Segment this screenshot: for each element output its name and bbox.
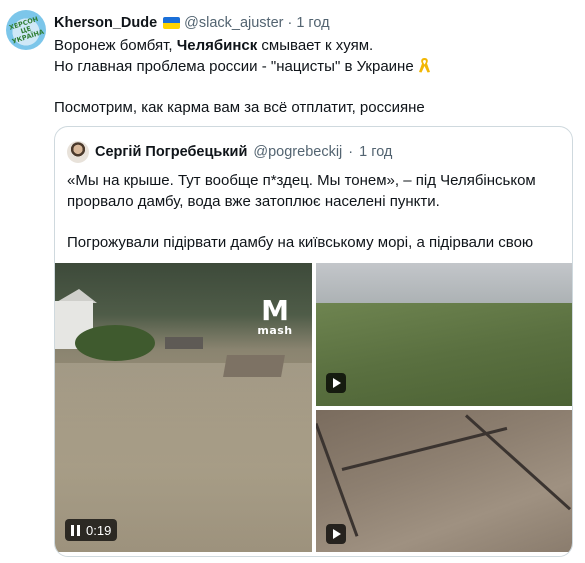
play-icon xyxy=(333,378,341,388)
tweet-line-3: Посмотрим, как карма вам за всё отплатит… xyxy=(54,98,425,116)
tweet-text-segment: смывает к хуям. xyxy=(257,37,374,54)
tweet-text: Воронеж бомбят, Челябинск смывает к хуям… xyxy=(54,36,574,118)
quote-author-avatar[interactable] xyxy=(67,141,89,163)
tweet[interactable]: ХЕРСОН ЦЕ УКРАЇНА Kherson_Dude @slack_aj… xyxy=(0,0,585,563)
author-avatar[interactable]: ХЕРСОН ЦЕ УКРАЇНА xyxy=(6,10,46,50)
flood-video-bottom-right[interactable] xyxy=(316,410,572,552)
quote-text: «Мы на крыше. Тут вообще п*здец. Мы тоне… xyxy=(67,171,562,253)
quote-line-3: Погрожували підірвати дамбу на київськом… xyxy=(67,233,534,251)
flood-video-main[interactable]: M mash 0:19 xyxy=(55,263,312,552)
bold-city: Челябинск xyxy=(176,37,258,54)
mash-logo: M mash xyxy=(253,297,297,343)
fence-rail-shape xyxy=(316,422,359,537)
pause-icon xyxy=(71,524,80,536)
tweet-text-segment: Воронеж бомбят, xyxy=(54,37,177,54)
tweet-line-2: Но главная проблема россии - "нацисты" в… xyxy=(54,57,574,78)
author-handle[interactable]: @slack_ajuster xyxy=(184,15,283,31)
separator-dot: · xyxy=(287,15,293,31)
tweet-header: Kherson_Dude @slack_ajuster · 1 год xyxy=(54,14,330,32)
yellow-ribbon-icon xyxy=(418,57,430,72)
quote-header: Сергій Погребецький @pogrebeckij · 1 год xyxy=(67,141,392,163)
quote-author-name[interactable]: Сергій Погребецький xyxy=(95,144,247,160)
play-button[interactable] xyxy=(326,373,346,393)
mash-logo-word: mash xyxy=(257,324,293,337)
quote-line-1: «Мы на крыше. Тут вообще п*здец. Мы тоне… xyxy=(67,172,536,189)
grass-slope-shape xyxy=(316,303,572,406)
trees-shape xyxy=(75,325,155,361)
quote-time[interactable]: 1 год xyxy=(359,144,392,160)
tweet-text-segment: Но главная проблема россии - "нацисты" в… xyxy=(54,57,414,75)
media-grid: M mash 0:19 xyxy=(55,263,572,556)
fence-rail-shape xyxy=(464,414,572,511)
quote-line-2: прорвало дамбу, вода вже затоплює населе… xyxy=(67,192,440,210)
mash-logo-mark: M xyxy=(261,294,289,327)
quoted-tweet[interactable]: Сергій Погребецький @pogrebeckij · 1 год… xyxy=(54,126,573,557)
video-pause-control[interactable]: 0:19 xyxy=(65,519,118,541)
ukraine-flag-icon xyxy=(163,17,181,29)
avatar-text: ХЕРСОН ЦЕ УКРАЇНА xyxy=(8,14,45,46)
quote-author-handle[interactable]: @pogrebeckij xyxy=(253,144,342,160)
submerged-roof-shape xyxy=(223,355,285,377)
tweet-time[interactable]: 1 год xyxy=(296,15,329,31)
video-duration: 0:19 xyxy=(86,522,112,538)
author-name[interactable]: Kherson_Dude xyxy=(54,15,157,31)
quote-line-blank xyxy=(67,212,562,233)
flood-video-top-right[interactable] xyxy=(316,263,572,406)
quote-separator-dot: · xyxy=(348,144,354,160)
fence-rail-shape xyxy=(341,426,508,471)
submerged-roof-shape xyxy=(165,337,203,349)
play-icon xyxy=(333,529,341,539)
tweet-line-1: Воронеж бомбят, Челябинск смывает к хуям… xyxy=(54,36,574,57)
play-button[interactable] xyxy=(326,524,346,544)
